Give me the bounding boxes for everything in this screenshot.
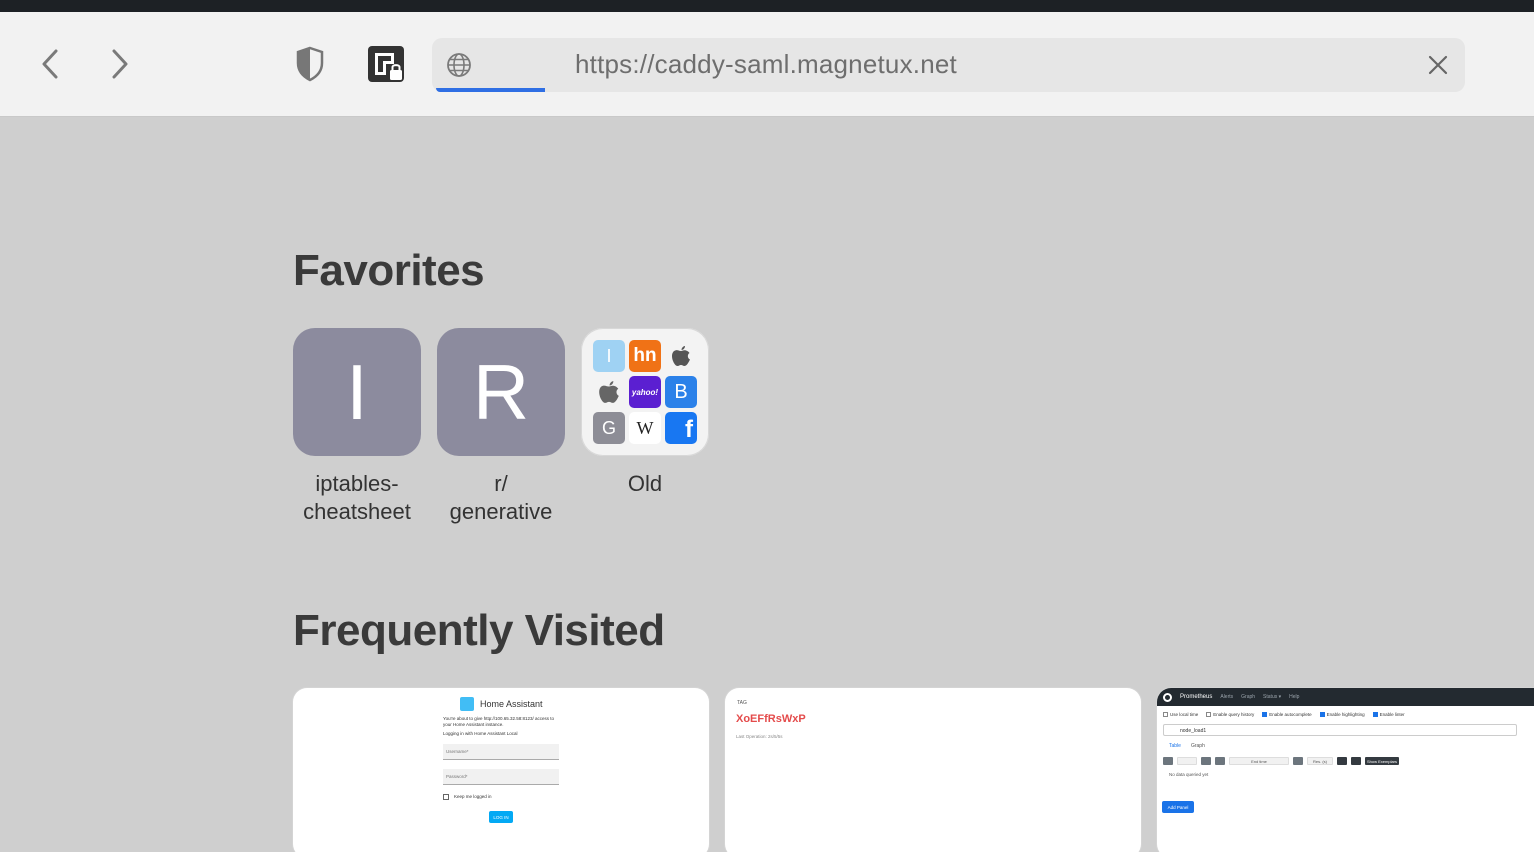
prometheus-option-label: Enable linter [1379,712,1405,717]
home-assistant-logo-icon [460,697,474,711]
favorites-heading: Favorites [293,246,485,295]
ha-header: Home Assistant [460,697,543,711]
prometheus-tab-graph: Graph [1190,743,1205,749]
prometheus-res: Res. (s) [1307,757,1333,765]
privacy-report-button[interactable] [288,42,332,86]
favorite-letter-icon: I [293,328,421,456]
prometheus-tabs: Table Graph [1169,743,1205,749]
ha-text-line: your Home Assistant instance. [443,722,504,727]
prometheus-show-exemplars: Show Exemplars [1365,757,1400,765]
close-icon [1428,55,1448,75]
window-top-strip [0,0,1534,12]
prometheus-control [1177,757,1197,765]
favorite-label-text: r/generative [449,471,553,524]
prometheus-option: Enable autocomplete [1262,712,1312,717]
extension-button[interactable] [362,40,410,88]
globe-icon [444,50,474,80]
prometheus-end-time: End time [1229,757,1289,765]
ha-keep-logged-checkbox [443,794,449,800]
prometheus-query-input: node_load1 [1163,724,1517,736]
browser-toolbar: https://caddy-saml.magnetux.net [0,12,1534,117]
folder-icon: I hn yahoo! B G W f [581,328,709,456]
favorite-folder-old[interactable]: I hn yahoo! B G W f Old [581,328,709,498]
favorite-label: Old [570,470,720,498]
address-bar[interactable]: https://caddy-saml.magnetux.net [432,38,1465,92]
frequently-visited-heading: Frequently Visited [293,606,665,655]
ha-keep-logged-label: Keep me logged in [454,794,492,799]
frequent-site-home-assistant[interactable]: Home Assistant You're about to give http… [293,688,709,852]
prometheus-control [1201,757,1211,765]
checkbox-icon [1206,712,1212,717]
favorite-label-text: Old [627,471,663,496]
t2-subtext: Last Operation: 2s/5/5s [736,734,783,739]
yahoo-icon: yahoo! [629,376,661,408]
prometheus-empty-text: No data queried yet [1169,772,1209,777]
prometheus-option: Enable linter [1372,712,1405,717]
checkbox-icon [1372,712,1378,717]
url-text[interactable]: https://caddy-saml.magnetux.net [575,49,957,80]
t2-tag: TAG [737,700,747,706]
checkbox-icon [1262,712,1268,717]
apple-icon [593,376,625,408]
prometheus-control [1163,757,1173,765]
prometheus-navbar: Prometheus Alerts Graph Status ▾ Help [1157,688,1534,706]
prometheus-control [1337,757,1347,765]
favorite-label: iptables-cheatsheet [282,470,432,526]
prometheus-option: Use local time [1163,712,1198,717]
prometheus-option: Enable query history [1206,712,1254,717]
prometheus-control [1351,757,1361,765]
ha-text-line: You're about to give http://100.65.32.58… [443,716,555,721]
ha-username-field: Username* [443,744,559,760]
stop-loading-button[interactable] [1421,48,1455,82]
frequent-site-2[interactable]: TAG XoEFfRsWxP Last Operation: 2s/5/5s [725,688,1141,852]
wikipedia-icon: W [629,412,661,444]
google-icon: G [593,412,625,444]
ha-title: Home Assistant [480,699,543,709]
chevron-right-icon [112,49,128,79]
apple-icon [665,340,697,372]
bing-icon: B [665,376,697,408]
prometheus-option-label: Enable highlighting [1326,712,1365,717]
mini-i-icon: I [593,340,625,372]
checkbox-icon [1163,712,1168,717]
prometheus-control [1215,757,1225,765]
frequent-site-prometheus[interactable]: Prometheus Alerts Graph Status ▾ Help Us… [1157,688,1534,852]
favorite-r-generative[interactable]: R r/generative [437,328,565,526]
prometheus-options: Use local time Enable query history Enab… [1163,712,1405,717]
prometheus-title: Prometheus [1180,694,1213,700]
prometheus-logo-icon [1163,692,1172,702]
page-load-progress [436,88,545,92]
chevron-left-icon [42,49,58,79]
forward-button[interactable] [98,42,142,86]
shield-icon [296,46,324,82]
facebook-icon: f [665,412,697,444]
favorite-label: r/generative [426,470,576,526]
checkbox-icon [1319,712,1325,717]
extension-lock-icon [368,46,404,82]
prometheus-tab-table: Table [1169,743,1181,749]
back-button[interactable] [28,42,72,86]
prometheus-option-label: Use local time [1170,712,1199,717]
hacker-news-icon: hn [629,340,661,372]
favorite-letter-icon: R [437,328,565,456]
prometheus-add-panel-button: Add Panel [1162,801,1194,813]
prometheus-option-label: Enable query history [1213,712,1255,717]
prometheus-nav-item: Graph [1241,694,1256,700]
prometheus-option-label: Enable autocomplete [1269,712,1312,717]
ha-login-button: LOG IN [489,811,513,823]
prometheus-controls: End time Res. (s) Show Exemplars [1163,755,1534,767]
prometheus-nav-item: Alerts [1220,694,1234,700]
favorite-iptables[interactable]: I iptables-cheatsheet [293,328,421,526]
prometheus-option: Enable highlighting [1319,712,1365,717]
prometheus-nav-item: Help [1289,694,1300,700]
prometheus-control [1293,757,1303,765]
favorite-label-text: iptables-cheatsheet [303,471,411,524]
ha-text-line: Logging in with Home Assistant Local [443,731,518,736]
prometheus-nav-item: Status ▾ [1263,694,1282,700]
ha-password-field: Password* [443,769,559,785]
t2-title: XoEFfRsWxP [736,713,806,725]
